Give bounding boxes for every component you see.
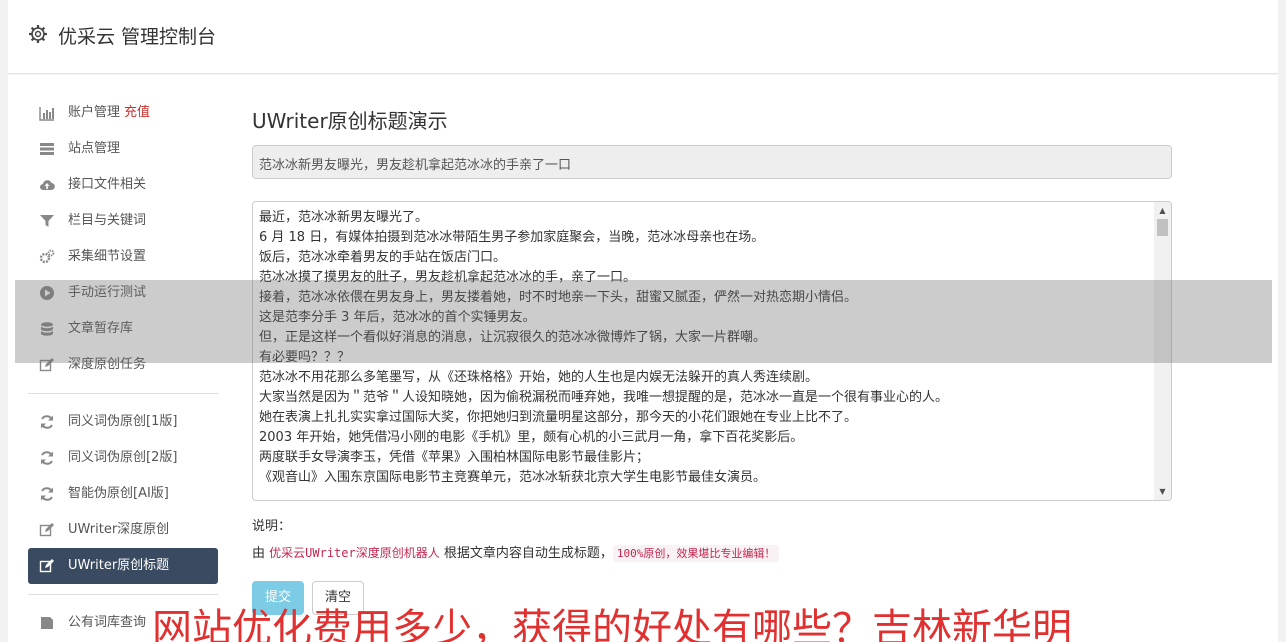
cogs-icon <box>39 249 55 264</box>
article-line: 两度联手女导演李玉，凭借《苹果》入围柏林国际电影节最佳影片； <box>259 450 650 465</box>
sidebar-item-interface-files[interactable]: 接口文件相关 <box>28 167 218 203</box>
note-middle: 根据文章内容自动生成标题， <box>443 546 613 561</box>
sidebar-item-label: 栏目与关键词 <box>68 213 147 228</box>
edit-icon <box>39 523 54 537</box>
sidebar-item-label: 智能伪原创[AI版] <box>68 486 169 501</box>
sidebar-divider <box>28 594 218 595</box>
generated-title-field[interactable]: 范冰冰新男友曝光，男友趁机拿起范冰冰的手亲了一口 <box>252 145 1172 179</box>
sidebar-item-synonym-v1[interactable]: 同义词伪原创[1版] <box>28 404 218 440</box>
sidebar-item-label: UWriter原创标题 <box>68 558 170 573</box>
sidebar-item-label: 站点管理 <box>68 141 121 156</box>
sidebar-item-columns-keywords[interactable]: 栏目与关键词 <box>28 203 218 239</box>
watermark-text: 网站优化费用多少，获得的好处有哪些？吉林新华明 <box>152 606 1072 642</box>
article-line: 最近，范冰冰新男友曝光了。 <box>259 210 429 225</box>
server-icon <box>40 143 54 155</box>
gray-overlay-band <box>15 280 1272 363</box>
page-title: UWriter原创标题演示 <box>252 109 448 133</box>
article-line: 饭后，范冰冰牵着男友的手站在饭店门口。 <box>259 250 507 265</box>
book-icon <box>41 617 53 629</box>
gear-icon <box>29 25 47 43</box>
article-line: 《观音山》入围东京国际电影节主竞赛单元，范冰冰斩获北京大学生电影节最佳女演员。 <box>259 470 767 485</box>
scroll-down-arrow-icon[interactable]: ▼ <box>1154 483 1171 500</box>
sidebar-nav: 账户管理 充值 站点管理 接口文件相关 栏目与关键词 采集细节设置 手动运行测试 … <box>28 95 218 641</box>
filter-icon <box>40 215 54 227</box>
sidebar-item-sites[interactable]: 站点管理 <box>28 131 218 167</box>
note-product-name: 优采云UWriter深度原创机器人 <box>269 546 440 560</box>
sidebar-item-label: 同义词伪原创[2版] <box>68 450 178 465</box>
sidebar-item-uwriter-title[interactable]: UWriter原创标题 <box>28 548 218 584</box>
article-line: 她在表演上扎扎实实拿过国际大奖，你把她归到流量明星这部分，那今天的小花们跟她在专… <box>259 410 858 425</box>
sidebar-item-label: 同义词伪原创[1版] <box>68 414 178 429</box>
note-label: 说明： <box>252 519 292 534</box>
note-text: 由 优采云UWriter深度原创机器人 根据文章内容自动生成标题， 100%原创，… <box>252 542 1172 562</box>
article-line: 范冰冰不用花那么多笔墨写，从《还珠格格》开始，她的人生也是内娱无法躲开的真人秀连… <box>259 370 819 385</box>
recharge-link[interactable]: 充值 <box>124 105 150 120</box>
refresh-icon <box>41 415 53 429</box>
note-prefix: 由 <box>252 546 266 561</box>
sidebar-item-label: UWriter深度原创 <box>68 522 170 537</box>
scrollbar-thumb[interactable] <box>1157 219 1168 236</box>
cloud-upload-icon <box>40 180 55 191</box>
note-highlight: 100%原创，效果堪比专业编辑！ <box>612 545 780 562</box>
bar-chart-icon <box>39 107 54 121</box>
sidebar-divider <box>28 393 218 394</box>
sidebar-item-label: 接口文件相关 <box>68 177 147 192</box>
sidebar-item-label: 采集细节设置 <box>68 249 147 264</box>
refresh-icon <box>41 487 53 501</box>
edit-icon <box>39 559 54 573</box>
article-line: 大家当然是因为＂范爷＂人设知晓她，因为偷税漏税而唾弃她，我唯一想提醒的是，范冰冰… <box>259 390 949 405</box>
article-line: 6 月 18 日，有媒体拍摄到范冰冰带陌生男子参加家庭聚会，当晚，范冰冰母亲也在… <box>259 230 765 245</box>
refresh-icon <box>41 451 53 465</box>
sidebar-item-account[interactable]: 账户管理 充值 <box>28 95 218 131</box>
scroll-up-arrow-icon[interactable]: ▲ <box>1154 202 1171 219</box>
sidebar-item-label: 账户管理 <box>68 105 121 120</box>
sidebar-item-uwriter-deep[interactable]: UWriter深度原创 <box>28 512 218 548</box>
sidebar-item-label: 公有词库查询 <box>68 615 147 630</box>
sidebar-item-collect-settings[interactable]: 采集细节设置 <box>28 239 218 275</box>
top-header: 优采云 管理控制台 <box>8 0 1278 74</box>
sidebar-item-synonym-v2[interactable]: 同义词伪原创[2版] <box>28 440 218 476</box>
console-title: 优采云 管理控制台 <box>58 26 217 48</box>
article-line: 2003 年开始，她凭借冯小刚的电影《手机》里，颇有心机的小三武月一角，拿下百花… <box>259 430 804 445</box>
sidebar-item-smart-ai[interactable]: 智能伪原创[AI版] <box>28 476 218 512</box>
